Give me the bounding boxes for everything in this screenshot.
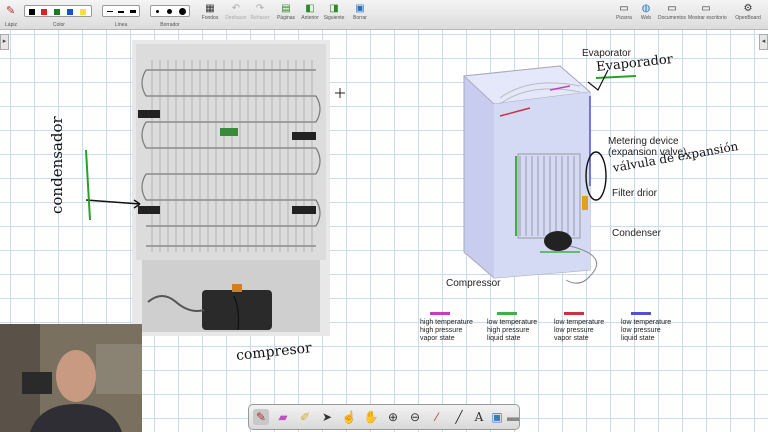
legend-item: low temperature low pressure vapor state [554, 312, 604, 343]
refrigeration-cycle-diagram [462, 65, 598, 284]
color-green[interactable] [54, 9, 60, 15]
text-tool-icon[interactable]: A [471, 409, 487, 425]
color-yellow[interactable] [80, 9, 86, 15]
tool-palette: ✎ ▰ ✐ ➤ ☝ ✋ ⊕ ⊖ ⁄ ╱ A ▣ ▬ [248, 404, 520, 430]
eraser-size-selector[interactable] [150, 5, 190, 17]
label-filter-drier: Filter drior [612, 188, 658, 199]
line-width-selector[interactable] [102, 5, 140, 17]
arrow-high-vapor [430, 312, 450, 315]
show-desktop-button[interactable]: ▭ Mostrar escritorio [688, 2, 727, 28]
label-compressor: Compressor [446, 278, 501, 289]
previous-page-icon: ◧ [305, 3, 315, 14]
openboard-button[interactable]: ⚙ OpenBoard [735, 2, 761, 28]
label-condenser: Condenser [612, 228, 661, 239]
arrow-low-liquid [631, 312, 651, 315]
legend-item: low temperature low pressure liquid stat… [621, 312, 671, 343]
capture-tool-icon[interactable]: ▣ [489, 409, 505, 425]
pen-tool-icon[interactable]: ✎ [253, 409, 269, 425]
interact-tool-icon[interactable]: ☝ [341, 409, 357, 425]
redo-icon: ↷ [255, 3, 265, 14]
folder-icon: ▭ [667, 3, 677, 14]
eraser-group: Borrador [150, 2, 190, 28]
laser-pointer-icon[interactable]: ⁄ [429, 409, 445, 425]
color-blue[interactable] [67, 9, 73, 15]
zoom-in-icon[interactable]: ⊕ [385, 409, 401, 425]
color-red[interactable] [41, 9, 47, 15]
handwriting-condensador: condensador [48, 116, 66, 214]
left-panel-toggle[interactable]: ▸ [0, 34, 9, 50]
gear-icon: ⚙ [743, 3, 753, 14]
keyboard-icon[interactable]: ▬ [505, 409, 521, 425]
hand-tool-icon[interactable]: ✋ [363, 409, 379, 425]
undo-icon: ↶ [231, 3, 241, 14]
desktop-icon: ▭ [701, 3, 711, 14]
board-icon: ▭ [619, 3, 629, 14]
right-panel-toggle[interactable]: ◂ [759, 34, 768, 50]
webcam-video [0, 324, 142, 432]
grid-icon: ▦ [205, 3, 215, 14]
next-page-icon: ◨ [329, 3, 339, 14]
select-tool-icon[interactable]: ➤ [319, 409, 335, 425]
add-page-icon: ▤ [281, 3, 291, 14]
arrow-high-liquid [497, 312, 517, 315]
documents-button[interactable]: ▭ Documentos [658, 2, 686, 28]
zoom-out-icon[interactable]: ⊖ [407, 409, 423, 425]
arrow-low-vapor [564, 312, 584, 315]
globe-icon: ◍ [641, 3, 651, 14]
highlighter-tool-icon[interactable]: ✐ [297, 409, 313, 425]
color-group: Color [24, 2, 94, 28]
pen-group[interactable]: ✎ Lápiz [2, 2, 20, 28]
legend-item: high temperature high pressure vapor sta… [420, 312, 473, 343]
color-black[interactable] [29, 9, 35, 15]
delete-button[interactable]: ▣ Borrar [348, 2, 372, 28]
line-tool-icon[interactable]: ╱ [451, 409, 467, 425]
fridge-back-image [132, 40, 330, 336]
eraser-tool-icon[interactable]: ▰ [275, 409, 291, 425]
main-toolbar: ✎ Lápiz Color Línea Borrador ▦ Fondos ↶ De… [0, 0, 768, 30]
legend-item: low temperature high pressure liquid sta… [487, 312, 537, 343]
label-metering-device: Metering device [608, 136, 679, 147]
line-group: Línea [102, 2, 140, 28]
pen-icon: ✎ [6, 5, 16, 17]
delete-page-icon: ▣ [355, 3, 365, 14]
color-palette [24, 5, 92, 17]
